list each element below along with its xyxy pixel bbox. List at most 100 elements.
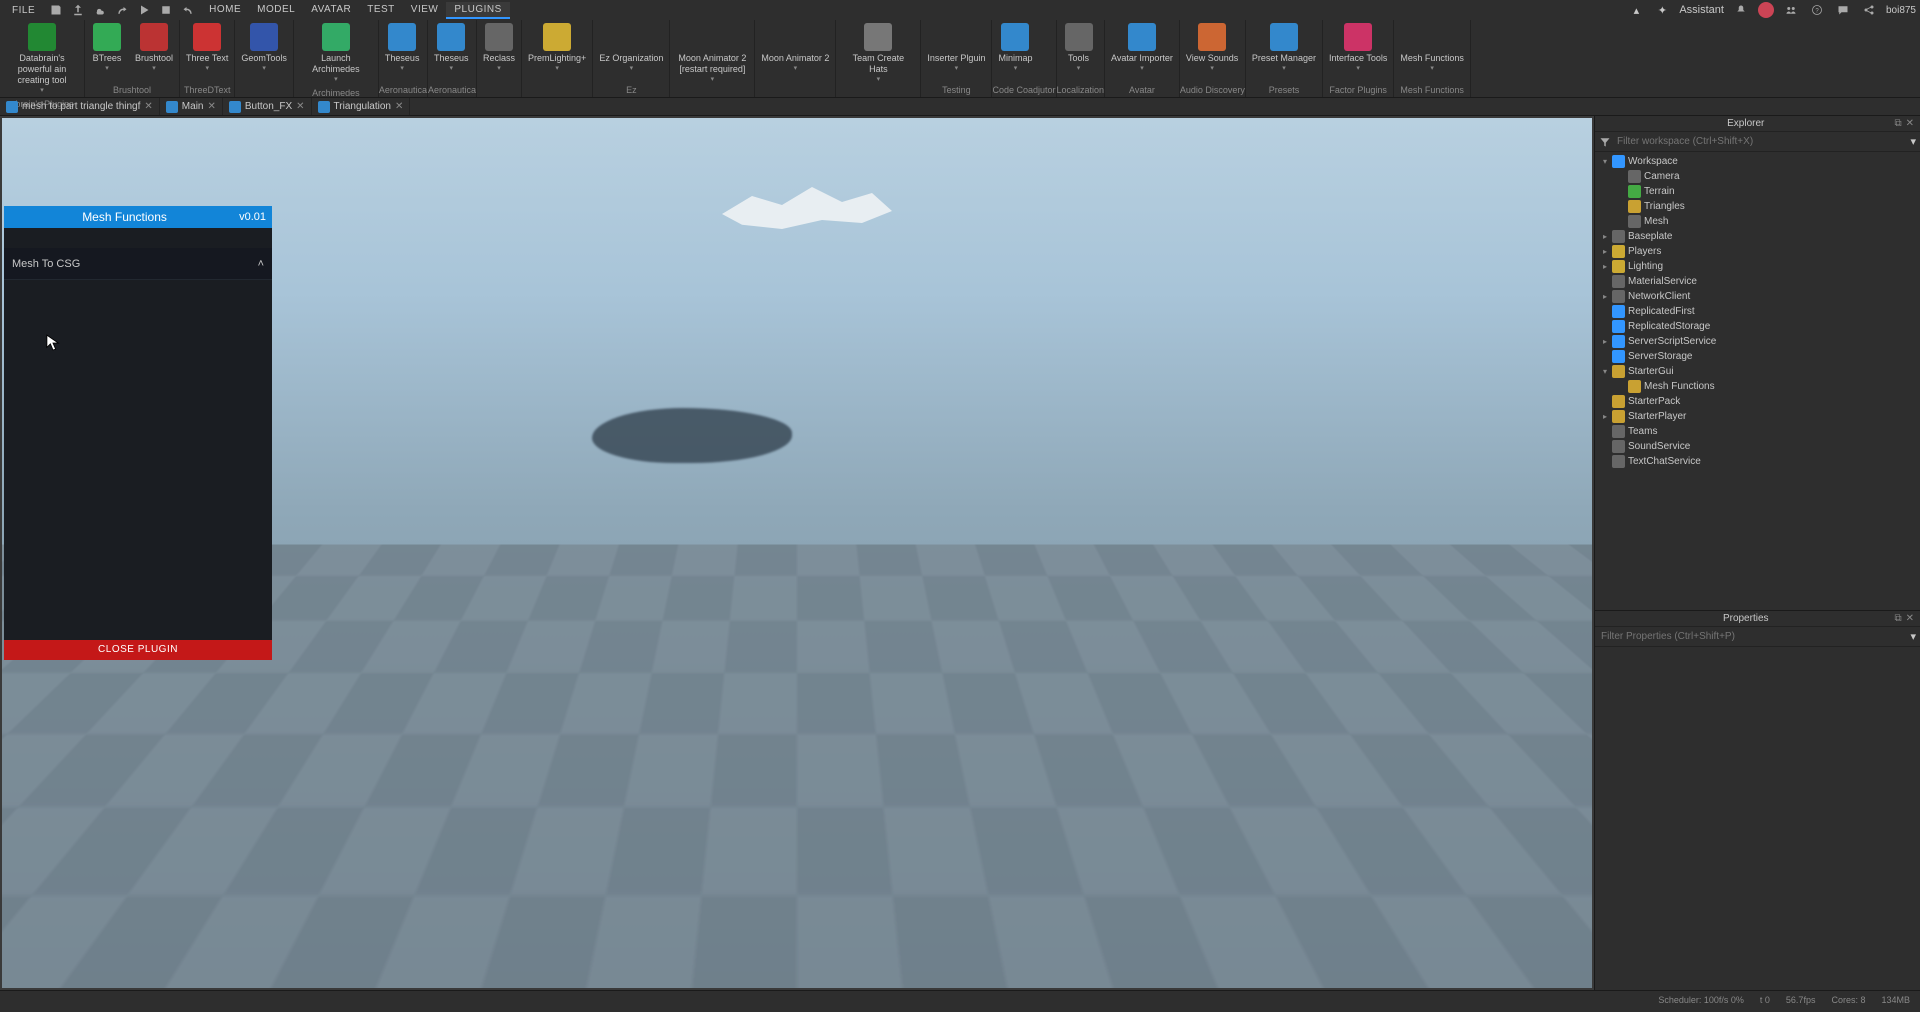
cloud-icon[interactable] <box>91 1 109 19</box>
ribbon-button[interactable]: Launch Archimedes▾ <box>294 20 378 86</box>
ribbon-button[interactable]: Moon Animator 2 [restart required]▾ <box>670 20 754 93</box>
close-tab-icon[interactable]: ✕ <box>207 101 215 112</box>
doc-tab[interactable]: mesh to part triangle thingf✕ <box>0 98 160 115</box>
tree-row[interactable]: ServerStorage <box>1595 349 1920 364</box>
play-icon[interactable] <box>135 1 153 19</box>
ribbon-button[interactable]: Mesh Functions▾ <box>1394 20 1470 83</box>
tree-row[interactable]: ▸Baseplate <box>1595 229 1920 244</box>
tree-row[interactable]: ▾StarterGui <box>1595 364 1920 379</box>
tree-arrow-icon[interactable]: ▸ <box>1601 337 1609 346</box>
tree-arrow-icon[interactable]: ▸ <box>1601 232 1609 241</box>
popout-icon[interactable]: ⧉ <box>1892 118 1903 129</box>
menu-tab-plugins[interactable]: PLUGINS <box>446 2 509 19</box>
ribbon-button[interactable]: Minimap▾ <box>992 20 1038 83</box>
menu-file[interactable]: FILE <box>4 3 43 18</box>
ribbon-button[interactable]: Databrain's powerful ain creating tool▾ <box>0 20 84 97</box>
publish-icon[interactable] <box>69 1 87 19</box>
chevron-down-icon[interactable]: ▾ <box>1910 135 1916 148</box>
doc-tab[interactable]: Main✕ <box>160 98 223 115</box>
ribbon-button[interactable]: Interface Tools▾ <box>1323 20 1393 83</box>
plugin-section-mesh-to-csg[interactable]: Mesh To CSG ˄ <box>4 248 272 280</box>
close-plugin-button[interactable]: CLOSE PLUGIN <box>4 640 272 660</box>
ribbon-button[interactable]: Team Create Hats▾ <box>836 20 920 93</box>
ribbon-button[interactable]: Ez Organization▾ <box>593 20 669 83</box>
tree-row[interactable]: ▸ NetworkClient <box>1595 289 1920 304</box>
tree-node-label: NetworkClient <box>1628 291 1690 302</box>
menu-tab-home[interactable]: HOME <box>201 2 249 19</box>
sparkle-icon[interactable]: ✦ <box>1653 1 1671 19</box>
ribbon-button[interactable]: Preset Manager▾ <box>1246 20 1322 83</box>
viewport-3d[interactable]: Mesh Functions v0.01 Mesh To CSG ˄ CLOSE… <box>2 118 1592 988</box>
tree-row[interactable]: MaterialService <box>1595 274 1920 289</box>
plugin-icon <box>28 23 56 51</box>
stop-icon[interactable] <box>157 1 175 19</box>
collapse-icon[interactable]: ▴ <box>1627 1 1645 19</box>
close-tab-icon[interactable]: ✕ <box>144 101 152 112</box>
ribbon-button[interactable]: Three Text▾ <box>180 20 234 83</box>
bell-icon[interactable] <box>1732 1 1750 19</box>
tree-row[interactable]: Mesh Functions <box>1595 379 1920 394</box>
save-icon[interactable] <box>47 1 65 19</box>
popout-icon[interactable]: ⧉ <box>1892 613 1903 624</box>
properties-filter-input[interactable] <box>1599 629 1906 644</box>
tree-row[interactable]: SoundService <box>1595 439 1920 454</box>
close-icon[interactable]: ✕ <box>1904 118 1916 129</box>
tree-row[interactable]: ▸StarterPlayer <box>1595 409 1920 424</box>
menu-tab-test[interactable]: TEST <box>359 2 403 19</box>
tree-row[interactable]: Mesh <box>1595 214 1920 229</box>
caret-down-icon: ▾ <box>1210 64 1214 72</box>
menu-tab-avatar[interactable]: AVATAR <box>303 2 359 19</box>
ribbon-button[interactable]: Reclass▾ <box>477 20 521 93</box>
assistant-label[interactable]: Assistant <box>1679 4 1724 16</box>
tree-node-label: Triangles <box>1644 201 1685 212</box>
ribbon-button[interactable]: Theseus▾ <box>379 20 426 83</box>
tree-row[interactable]: ReplicatedFirst <box>1595 304 1920 319</box>
caret-down-icon: ▾ <box>497 64 501 72</box>
ribbon-button[interactable]: PremLighting+▾ <box>522 20 592 93</box>
share-icon[interactable] <box>1860 1 1878 19</box>
tree-arrow-icon[interactable]: ▸ <box>1601 262 1609 271</box>
undo-icon[interactable] <box>179 1 197 19</box>
ribbon-button[interactable]: Tools▾ <box>1057 20 1101 83</box>
avatar[interactable] <box>1758 2 1774 18</box>
tree-row[interactable]: StarterPack <box>1595 394 1920 409</box>
tree-arrow-icon[interactable]: ▸ <box>1601 247 1609 256</box>
ribbon-button[interactable]: BTrees▾ <box>85 20 129 83</box>
username[interactable]: boi875 <box>1886 5 1916 16</box>
redo-icon[interactable] <box>113 1 131 19</box>
tree-row[interactable]: Camera <box>1595 169 1920 184</box>
funnel-icon[interactable] <box>1599 136 1611 148</box>
ribbon-button[interactable]: Moon Animator 2▾ <box>755 20 835 93</box>
ribbon-button[interactable]: Brushtool▾ <box>129 20 179 83</box>
ribbon-button[interactable]: Avatar Importer▾ <box>1105 20 1179 83</box>
tree-arrow-icon[interactable]: ▸ <box>1601 292 1609 301</box>
ribbon-button[interactable]: Theseus▾ <box>428 20 475 83</box>
doc-tab[interactable]: Button_FX✕ <box>223 98 312 115</box>
close-tab-icon[interactable]: ✕ <box>296 101 304 112</box>
tree-row[interactable]: Triangles <box>1595 199 1920 214</box>
doc-tab[interactable]: Triangulation✕ <box>312 98 411 115</box>
tree-arrow-icon[interactable]: ▾ <box>1601 367 1609 376</box>
tree-row[interactable]: Terrain <box>1595 184 1920 199</box>
tree-row[interactable]: Teams <box>1595 424 1920 439</box>
chat-icon[interactable] <box>1834 1 1852 19</box>
tree-row[interactable]: ReplicatedStorage <box>1595 319 1920 334</box>
close-icon[interactable]: ✕ <box>1904 613 1916 624</box>
groups-icon[interactable] <box>1782 1 1800 19</box>
tree-row[interactable]: TextChatService <box>1595 454 1920 469</box>
menu-tab-model[interactable]: MODEL <box>249 2 303 19</box>
menu-tab-view[interactable]: VIEW <box>403 2 447 19</box>
tree-arrow-icon[interactable]: ▾ <box>1601 157 1609 166</box>
explorer-filter-input[interactable] <box>1615 134 1906 149</box>
tree-row[interactable]: ▾Workspace <box>1595 154 1920 169</box>
ribbon-button[interactable]: View Sounds▾ <box>1180 20 1244 83</box>
tree-row[interactable]: ▸Players <box>1595 244 1920 259</box>
chevron-down-icon[interactable]: ▾ <box>1910 630 1916 643</box>
help-icon[interactable]: ? <box>1808 1 1826 19</box>
close-tab-icon[interactable]: ✕ <box>395 101 403 112</box>
tree-arrow-icon[interactable]: ▸ <box>1601 412 1609 421</box>
ribbon-button[interactable]: Inserter Plguin▾ <box>921 20 991 83</box>
ribbon-button[interactable]: GeomTools▾ <box>235 20 293 93</box>
tree-row[interactable]: ▸Lighting <box>1595 259 1920 274</box>
tree-row[interactable]: ▸ServerScriptService <box>1595 334 1920 349</box>
